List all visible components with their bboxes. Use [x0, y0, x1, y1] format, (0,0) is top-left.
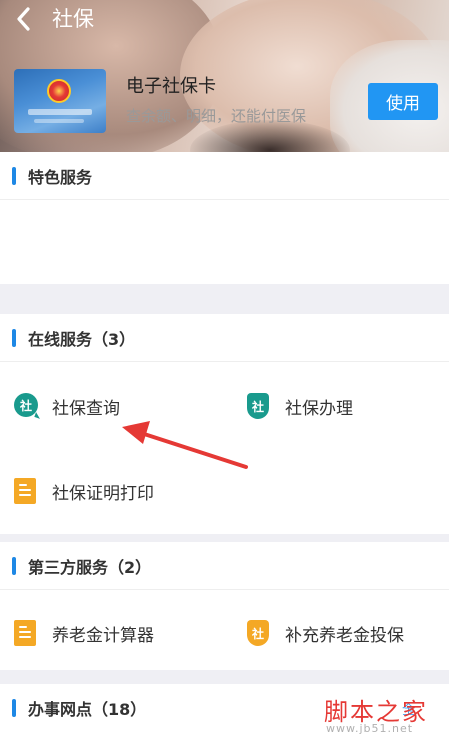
section-title-third-party: 第三方服务（2） [28, 557, 152, 577]
back-arrow-icon[interactable] [12, 4, 38, 34]
use-button[interactable]: 使用 [368, 83, 438, 120]
service-label: 社保办理 [285, 398, 353, 419]
pension-calculator-icon [14, 620, 36, 646]
third-party-section: 第三方服务（2） [0, 542, 449, 670]
site-watermark: 脚本之家 www.jb51.net [320, 692, 445, 738]
watermark-url: www.jb51.net [326, 722, 414, 735]
section-marker [12, 166, 16, 185]
card-title: 电子社保卡 [126, 76, 216, 97]
card-description: 查余额、明细，还能付医保 [126, 107, 307, 125]
section-title-online: 在线服务（3） [28, 329, 136, 349]
service-label: 养老金计算器 [52, 625, 154, 646]
section-marker [12, 328, 16, 347]
social-security-handle-icon: 社 [247, 393, 269, 419]
featured-section: 特色服务 [0, 152, 449, 284]
certificate-print-icon [14, 478, 36, 504]
national-emblem-icon [47, 79, 71, 103]
page-title: 社保 [52, 7, 94, 31]
social-security-card-image[interactable] [14, 69, 106, 133]
section-marker [12, 556, 16, 575]
supplementary-pension-icon: 社 [247, 620, 269, 646]
service-label: 社保证明打印 [52, 483, 154, 504]
service-item-supplementary-pension[interactable]: 社 补充养老金投保 [247, 618, 404, 648]
section-marker [12, 699, 16, 717]
social-security-query-icon: 社 [14, 393, 38, 417]
service-item-query[interactable]: 社 社保查询 [14, 391, 120, 421]
section-title-offices: 办事网点（18） [28, 700, 147, 719]
service-item-handle[interactable]: 社 社保办理 [247, 391, 353, 421]
service-label: 社保查询 [52, 398, 120, 419]
service-label: 补充养老金投保 [285, 625, 404, 646]
service-item-certificate[interactable]: 社保证明打印 [14, 476, 154, 506]
service-item-pension-calculator[interactable]: 养老金计算器 [14, 618, 154, 648]
section-title-featured: 特色服务 [28, 167, 93, 187]
